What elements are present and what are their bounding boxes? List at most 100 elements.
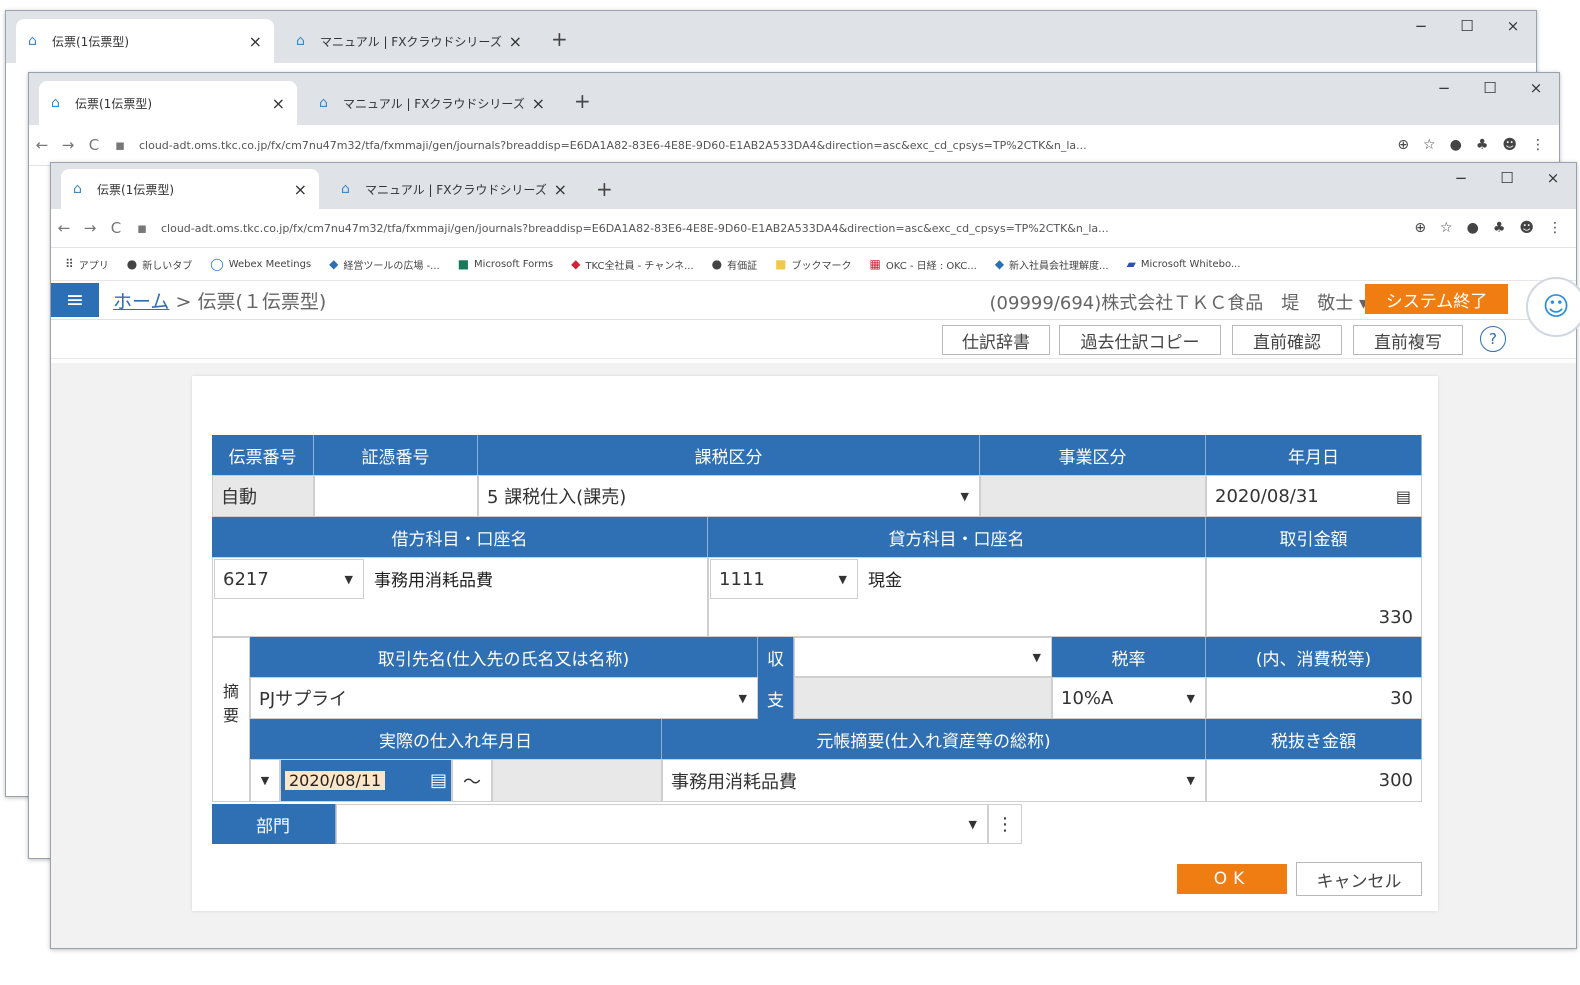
bookmark-item[interactable]: ◆ 新入社員会社理解度...	[995, 257, 1109, 272]
bookmark-item[interactable]: ◆ TKC全社員 - チャンネ...	[571, 257, 694, 272]
previous-check-button[interactable]: 直前確認	[1232, 325, 1342, 355]
tax-input[interactable]: 30	[1206, 677, 1422, 719]
credit-code-select[interactable]: 1111 ▼	[710, 559, 858, 599]
tab-close-icon[interactable]: ×	[532, 94, 545, 113]
kazei-select[interactable]: 5 課税仕入(課売) ▼	[478, 475, 980, 517]
minimize-icon[interactable]: −	[1398, 11, 1444, 41]
hamburger-menu-icon[interactable]: ≡	[51, 283, 99, 317]
actual-date-dropdown[interactable]: ▼	[250, 759, 280, 802]
dropdown-arrow-icon: ▼	[1186, 774, 1195, 787]
date-input[interactable]: 2020/08/31 ▤	[1206, 475, 1422, 517]
dropdown-arrow-icon: ▼	[1032, 650, 1041, 664]
debit-code-value: 6217	[223, 568, 269, 590]
debit-code-select[interactable]: 6217 ▼	[214, 559, 364, 599]
bookmark-item[interactable]: ■ ブックマーク	[775, 257, 851, 272]
tab-denpyo[interactable]: ⌂ 伝票(1伝票型) ×	[39, 81, 297, 125]
dropdown-arrow-icon: ▼	[260, 774, 270, 787]
lock-icon: ▪	[114, 136, 126, 154]
bookmark-label: 有価証	[727, 260, 758, 272]
system-end-button[interactable]: システム終了	[1365, 284, 1508, 314]
more-options-icon[interactable]: ⋮	[988, 804, 1022, 844]
shoho-no-input[interactable]	[314, 475, 478, 517]
menu-icon[interactable]: ⋮	[1548, 220, 1562, 236]
bookmark-item[interactable]: ■ Microsoft Forms	[458, 257, 553, 271]
menu-icon[interactable]: ⋮	[1531, 137, 1545, 153]
bookmark-item[interactable]: ◆ 経営ツールの広場 -...	[329, 257, 440, 272]
app-favicon-icon: ⌂	[73, 181, 82, 197]
url-field[interactable]: cloud-adt.oms.tkc.co.jp/fx/cm7nu47m32/tf…	[161, 222, 1400, 235]
zoom-icon[interactable]: ⊕	[1397, 137, 1409, 153]
close-window-icon[interactable]: ×	[1530, 163, 1576, 193]
bookmark-item[interactable]: ● 新しいタブ	[127, 257, 192, 272]
new-tab-icon[interactable]: +	[596, 179, 613, 199]
past-journal-copy-button[interactable]: 過去仕訳コピー	[1059, 325, 1221, 355]
tab-label: 伝票(1伝票型)	[75, 96, 152, 111]
partner-select[interactable]: PJサプライ ▼	[250, 677, 758, 719]
bookmark-label: OKC - 日経 : OKC...	[885, 260, 977, 272]
bookmark-item[interactable]: ● 有価証	[712, 257, 757, 272]
amount-input[interactable]: 330	[1206, 557, 1422, 637]
tab-close-icon[interactable]: ×	[509, 32, 522, 51]
bookmark-item[interactable]: ◯ Webex Meetings	[210, 257, 311, 271]
help-icon[interactable]: ?	[1480, 326, 1506, 352]
ledger-select[interactable]: 事務用消耗品費 ▼	[662, 759, 1206, 802]
net-amount-input[interactable]: 300	[1206, 759, 1422, 802]
calendar-icon[interactable]: ▤	[430, 770, 447, 791]
maximize-icon[interactable]: ☐	[1444, 11, 1490, 41]
tab-manual[interactable]: ⌂ マニュアル | FXクラウドシリーズ ×	[284, 19, 534, 63]
tab-close-icon[interactable]: ×	[294, 180, 307, 199]
tab-close-icon[interactable]: ×	[272, 94, 285, 113]
tab-manual[interactable]: ⌂ マニュアル | FXクラウドシリーズ ×	[329, 169, 579, 209]
forward-icon[interactable]: →	[55, 136, 81, 154]
reload-icon[interactable]: C	[81, 136, 107, 154]
close-window-icon[interactable]: ×	[1513, 73, 1559, 103]
bookmark-label: 経営ツールの広場 -...	[343, 260, 440, 272]
header-ledger: 元帳摘要(仕入れ資産等の総称)	[662, 719, 1206, 759]
maximize-icon[interactable]: ☐	[1467, 73, 1513, 103]
shushi-select[interactable]: ▼	[794, 637, 1052, 677]
new-tab-icon[interactable]: +	[551, 29, 568, 49]
user-menu[interactable]: (09999/694)株式会社ＴＫＣ食品 堤 敬士 ▾	[990, 289, 1368, 315]
extension-icon[interactable]: ●	[1467, 220, 1479, 236]
previous-copy-button[interactable]: 直前複写	[1353, 325, 1463, 355]
close-window-icon[interactable]: ×	[1490, 11, 1536, 41]
profile-icon[interactable]: ☻	[1502, 137, 1517, 153]
maximize-icon[interactable]: ☐	[1484, 163, 1530, 193]
journal-dictionary-button[interactable]: 仕訳辞書	[942, 325, 1050, 355]
extension-icon[interactable]: ●	[1450, 137, 1462, 153]
breadcrumb-home-link[interactable]: ホーム	[113, 291, 169, 313]
bookmark-item[interactable]: ▰ Microsoft Whitebo...	[1127, 257, 1241, 271]
back-icon[interactable]: ←	[29, 136, 55, 154]
reload-icon[interactable]: C	[103, 219, 129, 237]
tab-close-icon[interactable]: ×	[554, 180, 567, 199]
cancel-button[interactable]: キャンセル	[1296, 862, 1422, 896]
bookmark-item[interactable]: ▦ OKC - 日経 : OKC...	[870, 257, 977, 272]
ok-button[interactable]: OK	[1177, 864, 1287, 894]
star-icon[interactable]: ☆	[1440, 220, 1453, 236]
minimize-icon[interactable]: −	[1438, 163, 1484, 193]
forward-icon[interactable]: →	[77, 219, 103, 237]
actual-date-input[interactable]: 2020/08/11 ▤	[280, 759, 452, 802]
zoom-icon[interactable]: ⊕	[1414, 220, 1426, 236]
minimize-icon[interactable]: −	[1421, 73, 1467, 103]
puzzle-icon[interactable]: ♣	[1476, 137, 1489, 153]
star-icon[interactable]: ☆	[1423, 137, 1436, 153]
new-tab-icon[interactable]: +	[574, 91, 591, 111]
calendar-icon[interactable]: ▤	[1396, 487, 1411, 506]
rate-select[interactable]: 10%A ▼	[1052, 677, 1206, 719]
puzzle-icon[interactable]: ♣	[1493, 220, 1506, 236]
url-field[interactable]: cloud-adt.oms.tkc.co.jp/fx/cm7nu47m32/tf…	[139, 139, 1383, 152]
tab-close-icon[interactable]: ×	[249, 32, 262, 51]
dept-select[interactable]: ▼	[336, 804, 988, 844]
back-icon[interactable]: ←	[51, 219, 77, 237]
tab-strip: ⌂ 伝票(1伝票型) × ⌂ マニュアル | FXクラウドシリーズ × + − …	[6, 11, 1536, 63]
profile-icon[interactable]: ☻	[1519, 220, 1534, 236]
dropdown-arrow-icon: ▼	[960, 489, 969, 503]
dropdown-arrow-icon: ▼	[1186, 691, 1195, 705]
tab-denpyo[interactable]: ⌂ 伝票(1伝票型) ×	[16, 19, 274, 63]
bookmark-item[interactable]: ⠿ アプリ	[65, 257, 109, 272]
header-jigyo: 事業区分	[980, 435, 1206, 475]
tab-manual[interactable]: ⌂ マニュアル | FXクラウドシリーズ ×	[307, 81, 557, 125]
app-header: ≡ ホーム > 伝票(１伝票型) (09999/694)株式会社ＴＫＣ食品 堤 …	[51, 277, 1580, 337]
tab-denpyo[interactable]: ⌂ 伝票(1伝票型) ×	[61, 169, 319, 209]
